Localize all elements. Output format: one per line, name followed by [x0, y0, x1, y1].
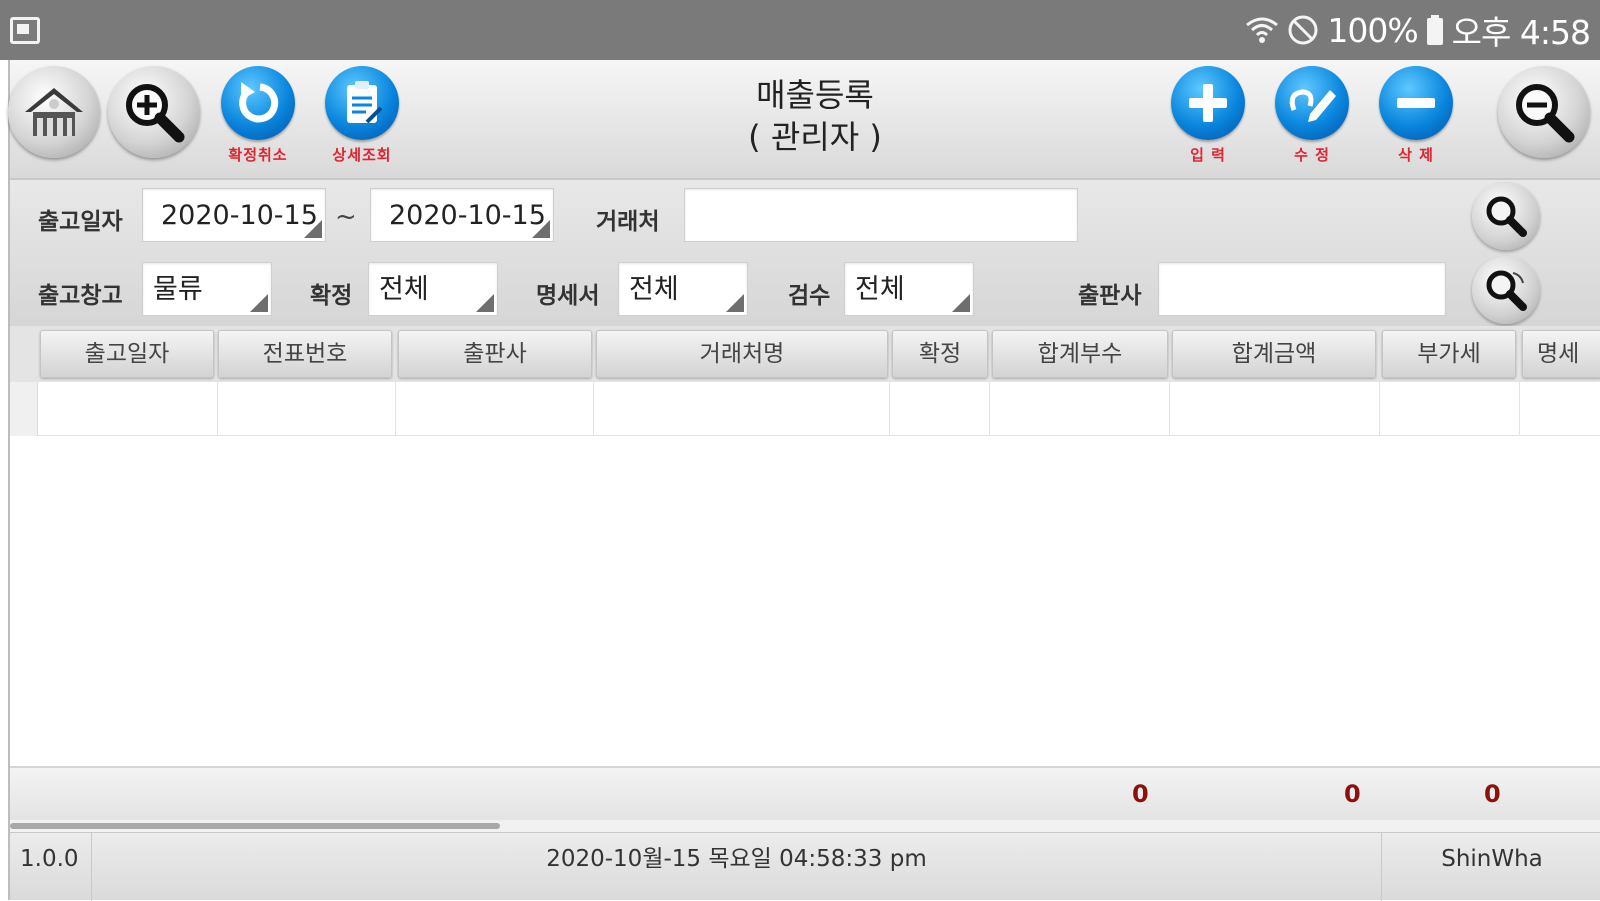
plus-icon	[1171, 66, 1245, 140]
ship-date-label: 출고일자	[38, 209, 123, 235]
input-button[interactable]: 입 력	[1162, 66, 1254, 174]
zoom-out-icon	[1498, 66, 1590, 158]
client-search-button[interactable]	[1472, 182, 1540, 250]
input-label: 입 력	[1190, 146, 1226, 164]
zoom-in-icon	[108, 66, 200, 158]
battery-icon	[1426, 14, 1444, 46]
total-vat: 0	[1484, 780, 1501, 808]
column-header[interactable]: 확정	[892, 330, 988, 378]
cancel-confirm-label: 확정취소	[228, 146, 288, 164]
table-cell[interactable]	[594, 382, 890, 436]
table-cell[interactable]	[1170, 382, 1380, 436]
toolbar: 확정취소 상세조회 매출등록 ( 관리자 ) 입 력 수 정 삭 제	[8, 60, 1600, 180]
totals-row: 0 0 0	[10, 766, 1600, 822]
wifi-icon	[1245, 15, 1279, 45]
edit-label: 수 정	[1294, 146, 1330, 164]
clipboard-icon	[325, 66, 399, 140]
table-row[interactable]	[10, 382, 1600, 436]
app-version: 1.0.0	[10, 833, 92, 901]
sales-grid: 출고일자 전표번호 출판사 거래처명 확정 합계부수 합계금액 부가세 명세	[10, 326, 1600, 826]
client-label: 거래처	[596, 209, 660, 235]
filter-panel: 출고일자 2020-10-15 ~ 2020-10-15 거래처 출고창고 물류…	[10, 180, 1600, 326]
cancel-confirm-button[interactable]: 확정취소	[212, 66, 304, 174]
footer-status: 1.0.0 2020-10월-15 목요일 04:58:33 pm ShinWh…	[10, 832, 1600, 901]
column-header[interactable]: 출판사	[398, 330, 592, 378]
scrollbar-thumb[interactable]	[10, 823, 500, 829]
edit-pen-icon	[1275, 66, 1349, 140]
refresh-icon	[221, 66, 295, 140]
column-header[interactable]: 합계금액	[1172, 330, 1376, 378]
confirm-label: 확정	[310, 283, 353, 309]
date-from-field[interactable]: 2020-10-15	[142, 188, 326, 242]
home-button[interactable]	[8, 66, 100, 174]
do-not-disturb-icon	[1287, 14, 1319, 46]
publisher-label: 출판사	[1078, 283, 1142, 309]
table-cell[interactable]	[1380, 382, 1520, 436]
battery-percent: 100%	[1327, 10, 1418, 50]
total-quantity: 0	[1132, 780, 1149, 808]
detail-view-button[interactable]: 상세조회	[316, 66, 408, 174]
column-header[interactable]: 거래처명	[596, 330, 888, 378]
column-header[interactable]: 명세	[1522, 330, 1600, 378]
edit-button[interactable]: 수 정	[1266, 66, 1358, 174]
clock: 오후 4:58	[1451, 13, 1591, 52]
status-bar: 100% 오후 4:58	[0, 0, 1600, 60]
confirm-select[interactable]: 전체	[368, 262, 498, 316]
warehouse-label: 출고창고	[38, 283, 123, 309]
status-indicators: 100% 오후 4:58	[1245, 8, 1591, 52]
table-cell[interactable]	[990, 382, 1170, 436]
statement-select[interactable]: 전체	[618, 262, 748, 316]
warehouse-select[interactable]: 물류	[142, 262, 272, 316]
zoom-in-button[interactable]	[108, 66, 200, 174]
minus-icon	[1379, 66, 1453, 140]
page-title-role: ( 관리자 )	[748, 118, 882, 156]
page-title-main: 매출등록	[756, 76, 874, 114]
grid-header: 출고일자 전표번호 출판사 거래처명 확정 합계부수 합계금액 부가세 명세	[10, 326, 1600, 382]
table-cell[interactable]	[890, 382, 990, 436]
app-window: 확정취소 상세조회 매출등록 ( 관리자 ) 입 력 수 정 삭 제 출고일자 …	[8, 60, 1600, 901]
table-cell[interactable]	[38, 382, 218, 436]
client-input[interactable]	[684, 188, 1078, 242]
company-name: ShinWha	[1441, 846, 1543, 872]
publisher-input[interactable]	[1158, 262, 1446, 316]
current-datetime: 2020-10월-15 목요일 04:58:33 pm	[92, 833, 1382, 901]
column-header[interactable]: 출고일자	[40, 330, 214, 378]
date-to-field[interactable]: 2020-10-15	[370, 188, 554, 242]
column-header[interactable]: 전표번호	[218, 330, 392, 378]
table-cell[interactable]	[396, 382, 594, 436]
detail-view-label: 상세조회	[332, 146, 392, 164]
delete-button[interactable]: 삭 제	[1370, 66, 1462, 174]
horizontal-scrollbar[interactable]	[10, 820, 1600, 832]
column-header[interactable]: 부가세	[1382, 330, 1516, 378]
gallery-notification-icon	[10, 17, 40, 44]
inspection-select[interactable]: 전체	[844, 262, 974, 316]
row-header	[10, 382, 38, 436]
table-cell[interactable]	[218, 382, 396, 436]
search-icon	[1486, 196, 1527, 237]
publisher-search-button[interactable]	[1472, 256, 1540, 324]
delete-label: 삭 제	[1398, 146, 1434, 164]
inspection-label: 검수	[788, 283, 831, 309]
date-range-separator: ~	[335, 202, 357, 232]
search-icon	[1486, 270, 1527, 311]
total-amount: 0	[1344, 780, 1361, 808]
page-title: 매출등록 ( 관리자 )	[710, 74, 920, 158]
home-icon	[8, 66, 100, 158]
column-header[interactable]: 합계부수	[992, 330, 1168, 378]
statement-label: 명세서	[536, 283, 600, 309]
zoom-out-button[interactable]	[1498, 66, 1590, 174]
